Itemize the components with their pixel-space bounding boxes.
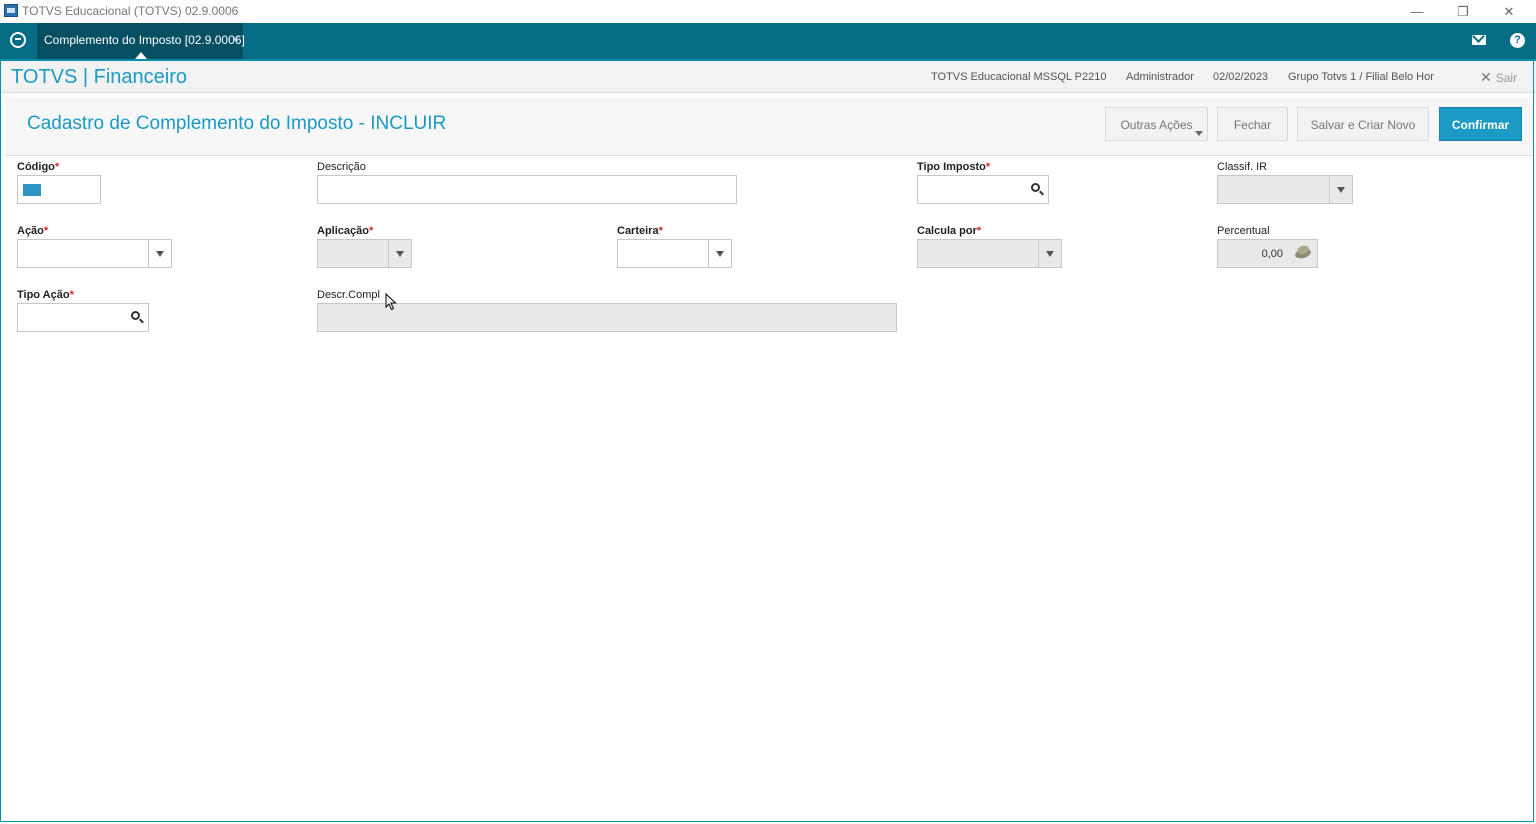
- tab-complemento-imposto[interactable]: Complemento do Imposto [02.9.0006] ×: [37, 23, 245, 59]
- descr-compl-field[interactable]: [317, 303, 897, 332]
- user-name: Administrador: [1126, 71, 1194, 83]
- page-header: Cadastro de Complemento do Imposto - INC…: [5, 97, 1533, 156]
- save-and-new-button[interactable]: Salvar e Criar Novo: [1297, 107, 1429, 141]
- module-brand: TOTVS | Financeiro: [11, 66, 187, 88]
- carteira-select[interactable]: [617, 239, 732, 268]
- acao-label: Ação*: [17, 225, 49, 237]
- tab-close-icon[interactable]: ×: [232, 32, 239, 46]
- percentual-value: 0,00: [1261, 248, 1283, 260]
- carteira-label: Carteira*: [617, 225, 663, 237]
- minimize-button[interactable]: —: [1394, 0, 1440, 23]
- other-actions-label: Outras Ações: [1120, 118, 1193, 132]
- aplicacao-label: Aplicação*: [317, 225, 374, 237]
- confirm-button[interactable]: Confirmar: [1439, 107, 1522, 141]
- chevron-down-icon[interactable]: [148, 240, 171, 267]
- acao-select[interactable]: [17, 239, 172, 268]
- chevron-down-icon[interactable]: [1329, 176, 1352, 203]
- search-icon[interactable]: [1031, 183, 1040, 192]
- branch-info: Grupo Totvs 1 / Filial Belo Hor: [1288, 71, 1434, 83]
- tipo-imposto-lookup[interactable]: [917, 175, 1049, 204]
- tipo-imposto-label: Tipo Imposto*: [917, 161, 991, 173]
- chevron-down-icon: [1195, 131, 1203, 136]
- classif-ir-label: Classif. IR: [1217, 161, 1268, 173]
- totvs-menu-icon[interactable]: [10, 32, 26, 48]
- chevron-down-icon[interactable]: [388, 240, 411, 267]
- calculator-icon[interactable]: [1294, 247, 1312, 260]
- tipo-acao-label: Tipo Ação*: [17, 289, 74, 301]
- text-cursor: [23, 184, 41, 196]
- descricao-field[interactable]: [317, 175, 737, 204]
- calcula-por-label: Calcula por*: [917, 225, 982, 237]
- app-icon: [4, 4, 18, 17]
- tab-label: Complemento do Imposto [02.9.0006]: [44, 33, 245, 47]
- server-info: TOTVS Educacional MSSQL P2210: [931, 71, 1107, 83]
- help-icon[interactable]: ?: [1510, 33, 1525, 48]
- tipo-acao-lookup[interactable]: [17, 303, 149, 332]
- calcula-por-select[interactable]: [917, 239, 1062, 268]
- search-icon[interactable]: [131, 311, 140, 320]
- window-frame: [0, 59, 1534, 822]
- tab-bar: Complemento do Imposto [02.9.0006] × ?: [0, 23, 1536, 59]
- percentual-label: Percentual: [1217, 225, 1270, 237]
- close-icon: ✕: [1480, 69, 1492, 85]
- close-window-button[interactable]: ✕: [1486, 0, 1532, 23]
- mail-icon[interactable]: [1472, 35, 1486, 45]
- window-title: TOTVS Educacional (TOTVS) 02.9.0006: [22, 4, 239, 18]
- session-date: 02/02/2023: [1213, 71, 1269, 83]
- chevron-down-icon[interactable]: [1038, 240, 1061, 267]
- logout-label: Sair: [1495, 71, 1518, 85]
- classif-ir-select[interactable]: [1217, 175, 1353, 204]
- active-tab-indicator: [135, 52, 147, 59]
- close-button[interactable]: Fechar: [1217, 107, 1288, 141]
- app-header: TOTVS | Financeiro TOTVS Educacional MSS…: [0, 59, 1536, 93]
- logout-button[interactable]: ✕ Sair: [1480, 69, 1517, 86]
- percentual-field[interactable]: 0,00: [1217, 239, 1318, 268]
- other-actions-button[interactable]: Outras Ações: [1105, 107, 1208, 141]
- descricao-label: Descrição: [317, 161, 366, 173]
- window-title-bar: TOTVS Educacional (TOTVS) 02.9.0006 — ❐ …: [0, 0, 1536, 24]
- restore-button[interactable]: ❐: [1440, 0, 1486, 23]
- chevron-down-icon[interactable]: [708, 240, 731, 267]
- codigo-field[interactable]: [17, 175, 101, 204]
- codigo-label: Código*: [17, 161, 60, 173]
- page-title: Cadastro de Complemento do Imposto - INC…: [27, 113, 447, 134]
- aplicacao-select[interactable]: [317, 239, 412, 268]
- descr-compl-label: Descr.Compl: [317, 289, 380, 301]
